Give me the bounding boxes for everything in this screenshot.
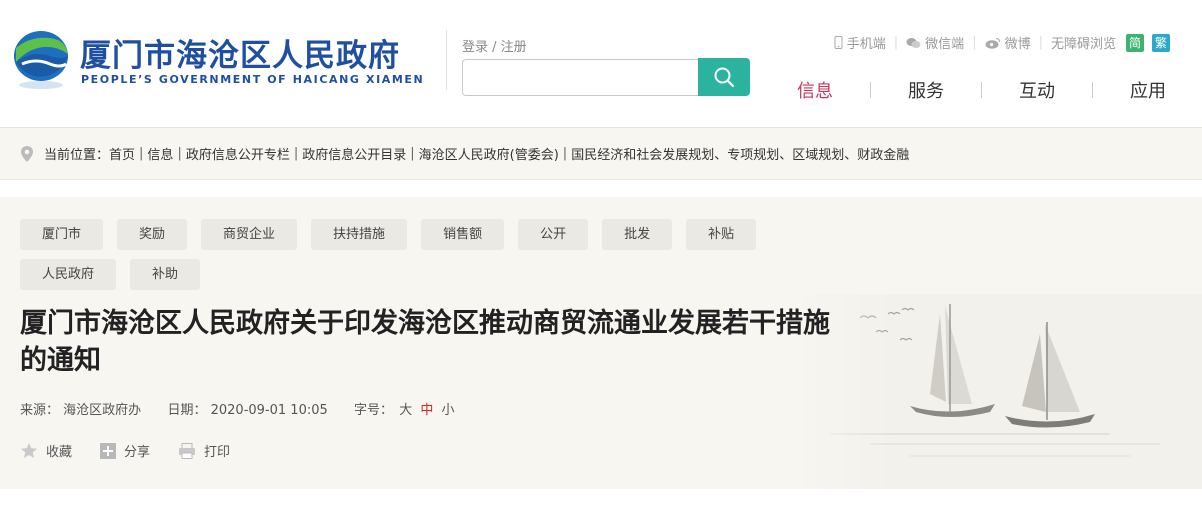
keyword-tag[interactable]: 销售额 bbox=[421, 219, 505, 250]
wechat-link-label: 微信端 bbox=[925, 37, 965, 52]
login-register-link[interactable]: 登录 / 注册 bbox=[462, 36, 527, 55]
keyword-tag[interactable]: 补助 bbox=[130, 259, 201, 290]
sailboat-decoration bbox=[790, 294, 1202, 489]
article-header: 厦门市 奖励 商贸企业 扶持措施 销售额 公开 批发 补贴 人民政府 补助 厦门… bbox=[0, 197, 1202, 489]
font-size-small-button[interactable]: 小 bbox=[442, 403, 455, 418]
font-size-medium-button[interactable]: 中 bbox=[420, 403, 433, 418]
breadcrumb-item[interactable]: 政府信息公开目录 bbox=[302, 144, 406, 163]
favorite-button[interactable]: 收藏 bbox=[20, 441, 72, 460]
header-divider bbox=[446, 30, 447, 90]
weibo-link[interactable]: 微博 bbox=[985, 33, 1031, 52]
nav-item-info[interactable]: 信息 bbox=[760, 71, 870, 105]
nav-item-services[interactable]: 服务 bbox=[871, 77, 981, 103]
share-label: 分享 bbox=[124, 445, 151, 460]
breadcrumb-separator: | bbox=[293, 146, 299, 161]
plus-square-icon bbox=[100, 442, 117, 459]
keyword-tag[interactable]: 商贸企业 bbox=[201, 219, 298, 250]
toplink-separator: | bbox=[972, 35, 977, 50]
search-button[interactable] bbox=[698, 58, 750, 96]
site-subtitle: PEOPLE’S GOVERNMENT OF HAICANG XIAMEN bbox=[81, 73, 425, 86]
search-icon bbox=[714, 67, 735, 88]
breadcrumb-item[interactable]: 首页 bbox=[109, 144, 135, 163]
keyword-tag[interactable]: 奖励 bbox=[117, 219, 188, 250]
print-label: 打印 bbox=[204, 445, 231, 460]
source-label: 来源： bbox=[20, 403, 60, 418]
breadcrumb-separator: | bbox=[562, 146, 568, 161]
simplified-chinese-button[interactable]: 简 bbox=[1126, 33, 1144, 52]
toplink-separator: | bbox=[1038, 35, 1043, 50]
keyword-tag[interactable]: 公开 bbox=[518, 219, 589, 250]
site-header: 厦门市海沧区人民政府 PEOPLE’S GOVERNMENT OF HAICAN… bbox=[0, 0, 1202, 128]
weibo-icon bbox=[985, 37, 1000, 49]
top-links: 手机端 | 微信端 | 微博 | 无障碍浏览 简 繁 bbox=[834, 33, 1170, 52]
breadcrumb-prefix: 当前位置： bbox=[44, 148, 110, 163]
print-button[interactable]: 打印 bbox=[178, 441, 230, 460]
breadcrumb-item[interactable]: 海沧区人民政府(管委会) bbox=[419, 144, 559, 163]
accessibility-link-label: 无障碍浏览 bbox=[1050, 37, 1116, 52]
breadcrumb-separator: | bbox=[410, 146, 415, 161]
wechat-link[interactable]: 微信端 bbox=[906, 33, 964, 52]
keyword-tag[interactable]: 厦门市 bbox=[20, 219, 104, 250]
printer-icon bbox=[179, 442, 196, 459]
date-label: 日期： bbox=[167, 403, 207, 418]
breadcrumb-item[interactable]: 信息 bbox=[147, 144, 173, 163]
breadcrumb-separator: | bbox=[139, 146, 144, 161]
article-title: 厦门市海沧区人民政府关于印发海沧区推动商贸流通业发展若干措施的通知 bbox=[20, 308, 830, 376]
page-bottom bbox=[0, 489, 1202, 507]
date-value: 2020-09-01 10:05 bbox=[210, 403, 328, 418]
share-button[interactable]: 分享 bbox=[100, 441, 150, 460]
nav-item-apps[interactable]: 应用 bbox=[1093, 77, 1202, 103]
keyword-tag[interactable]: 扶持措施 bbox=[311, 219, 408, 250]
article-actions: 收藏 分享 打印 bbox=[20, 441, 230, 460]
wechat-icon bbox=[906, 37, 921, 48]
source-value: 海沧区政府办 bbox=[63, 403, 142, 418]
mobile-link[interactable]: 手机端 bbox=[834, 33, 886, 52]
site-logo[interactable] bbox=[10, 28, 72, 92]
favorite-label: 收藏 bbox=[46, 445, 73, 460]
mobile-link-label: 手机端 bbox=[846, 37, 886, 52]
keyword-tag[interactable]: 人民政府 bbox=[20, 259, 117, 290]
toplink-separator: | bbox=[893, 35, 899, 50]
breadcrumb-item[interactable]: 政府信息公开专栏 bbox=[186, 144, 290, 163]
location-pin-icon bbox=[21, 145, 33, 162]
weibo-link-label: 微博 bbox=[1004, 37, 1031, 52]
main-nav: 信息 服务 互动 应用 bbox=[760, 71, 1202, 105]
article-meta: 来源： 海沧区政府办 日期： 2020-09-01 10:05 字号： 大 中 … bbox=[20, 399, 457, 418]
mobile-icon bbox=[834, 36, 843, 49]
star-icon bbox=[21, 443, 37, 458]
breadcrumb-item[interactable]: 国民经济和社会发展规划、专项规划、区域规划、财政金融 bbox=[571, 144, 909, 163]
breadcrumb: 当前位置： 首页 | 信息 | 政府信息公开专栏 | 政府信息公开目录 | 海沧区人民政… bbox=[0, 128, 1202, 180]
nav-item-interaction[interactable]: 互动 bbox=[982, 77, 1092, 103]
traditional-chinese-button[interactable]: 繁 bbox=[1152, 33, 1170, 52]
font-size-large-button[interactable]: 大 bbox=[399, 403, 412, 418]
breadcrumb-separator: | bbox=[177, 146, 182, 161]
keyword-tags: 厦门市 奖励 商贸企业 扶持措施 销售额 公开 批发 补贴 人民政府 补助 bbox=[20, 219, 800, 290]
font-size-label: 字号： bbox=[354, 403, 394, 418]
site-title: 厦门市海沧区人民政府 bbox=[80, 38, 400, 74]
keyword-tag[interactable]: 补贴 bbox=[686, 219, 757, 250]
accessibility-link[interactable]: 无障碍浏览 bbox=[1051, 33, 1116, 52]
keyword-tag[interactable]: 批发 bbox=[602, 219, 673, 250]
search-input[interactable] bbox=[462, 59, 699, 96]
